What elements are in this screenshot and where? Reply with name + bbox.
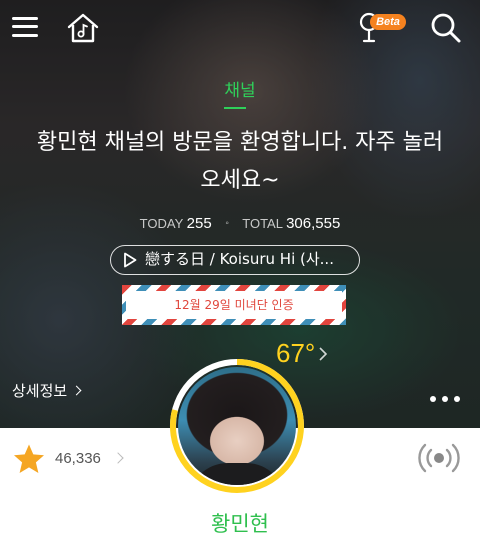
certification-badge[interactable]: 12월 29일 미녀단 인증 — [122, 285, 346, 325]
search-icon[interactable] — [430, 12, 462, 44]
star-icon[interactable] — [12, 443, 46, 476]
now-playing-title: 戀する日 / Koisuru Hi (사... — [145, 250, 334, 268]
beta-badge: Beta — [370, 14, 406, 30]
today-count: 255 — [186, 215, 212, 232]
broadcast-radio-icon[interactable] — [418, 441, 460, 475]
welcome-message: 황민현 채널의 방문을 환영합니다. 자주 놀러 오세요~ — [36, 130, 444, 193]
channel-label-underline — [224, 107, 246, 109]
detail-info-label: 상세정보 — [12, 382, 68, 400]
artist-avatar[interactable] — [178, 367, 296, 485]
channel-section-label: 채널 — [224, 81, 256, 101]
play-icon — [124, 252, 137, 268]
today-label: TODAY — [139, 216, 184, 231]
chevron-right-icon — [71, 385, 82, 396]
now-playing-button[interactable]: 戀する日 / Koisuru Hi (사... — [110, 245, 360, 275]
menu-icon[interactable] — [12, 16, 38, 38]
artist-name[interactable]: 황민현 — [0, 508, 480, 538]
top-navigation-bar: Beta — [0, 0, 480, 56]
chevron-right-icon — [319, 347, 328, 361]
total-count: 306,555 — [286, 215, 341, 232]
stats-separator: ◦ — [225, 218, 229, 229]
more-options-icon[interactable] — [430, 396, 460, 404]
avatar-shirt — [188, 463, 286, 485]
total-label: TOTAL — [242, 216, 283, 231]
visitor-stats: TODAY 255 ◦ TOTAL 306,555 — [0, 215, 480, 232]
music-home-icon[interactable] — [66, 12, 100, 44]
detail-info-link[interactable]: 상세정보 — [12, 380, 82, 401]
certification-badge-text: 12월 29일 미녀단 인증 — [126, 291, 342, 319]
favorite-count[interactable]: 46,336 — [55, 450, 101, 467]
